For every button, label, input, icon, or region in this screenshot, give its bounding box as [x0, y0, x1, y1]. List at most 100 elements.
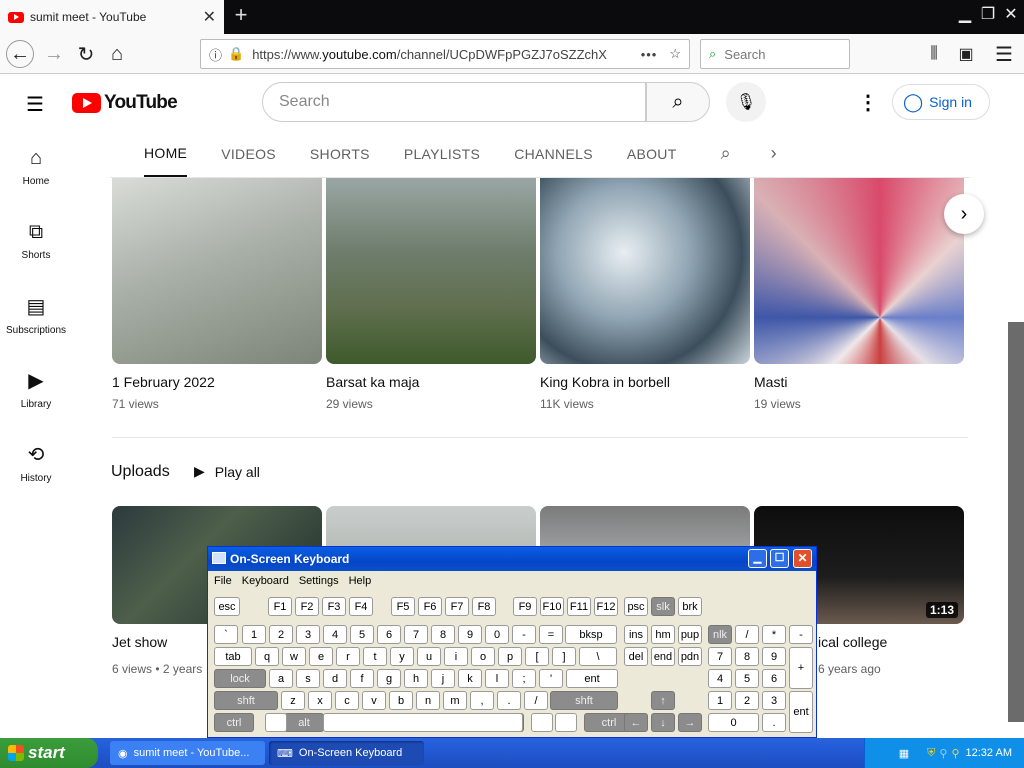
osk-key[interactable]: 1	[242, 625, 266, 644]
sidebar-toggle-icon[interactable]: ▣	[952, 40, 980, 68]
osk-key[interactable]: nlk	[708, 625, 732, 644]
tab-about[interactable]: ABOUT	[627, 146, 711, 162]
osk-key[interactable]: F1	[268, 597, 292, 616]
osk-key[interactable]: ent	[789, 691, 813, 733]
osk-key[interactable]: .	[497, 691, 521, 710]
osk-key[interactable]: ctrl	[214, 713, 254, 732]
osk-key[interactable]: a	[269, 669, 293, 688]
url-bar[interactable]: ⓘ 🔒 https://www. youtube.com/channel/UCpD…	[200, 39, 690, 69]
osk-key[interactable]: F10	[540, 597, 564, 616]
page-scrollbar[interactable]	[1008, 322, 1024, 722]
keyboard-tray-icon[interactable]: ▦	[899, 747, 909, 760]
osk-key[interactable]: 9	[762, 647, 786, 666]
taskbar-item-firefox[interactable]: ◉ sumit meet - YouTube...	[110, 741, 265, 765]
osk-key[interactable]: i	[444, 647, 468, 666]
menu-icon[interactable]: ☰	[990, 40, 1018, 68]
reload-button[interactable]: ↻	[72, 40, 100, 68]
taskbar-item-osk[interactable]: ⌨ On-Screen Keyboard	[269, 741, 424, 765]
osk-key[interactable]: z	[281, 691, 305, 710]
osk-key[interactable]: u	[417, 647, 441, 666]
osk-key[interactable]: =	[539, 625, 563, 644]
osk-key[interactable]: bksp	[565, 625, 617, 644]
osk-key[interactable]: j	[431, 669, 455, 688]
restore-window-button[interactable]: ❐	[977, 4, 999, 26]
osk-key[interactable]: l	[485, 669, 509, 688]
guide-menu-icon[interactable]: ☰	[26, 92, 44, 117]
video-title[interactable]: Barsat ka maja	[326, 374, 419, 390]
osk-key[interactable]: -	[789, 625, 813, 644]
osk-key[interactable]: shft	[214, 691, 278, 710]
osk-key[interactable]: 0	[485, 625, 509, 644]
minimize-window-button[interactable]: ▁	[954, 4, 976, 26]
osk-key[interactable]: 5	[735, 669, 759, 688]
osk-key[interactable]: slk	[651, 597, 675, 616]
osk-key[interactable]: m	[443, 691, 467, 710]
osk-key[interactable]: 4	[323, 625, 347, 644]
osk-key[interactable]: \	[579, 647, 617, 666]
arrow-right-icon[interactable]: →	[678, 713, 702, 732]
video-title[interactable]: King Kobra in borbell	[540, 374, 670, 390]
forward-button[interactable]: →	[40, 40, 68, 68]
osk-key[interactable]: s	[296, 669, 320, 688]
osk-key[interactable]: F5	[391, 597, 415, 616]
browser-search-input[interactable]: ⌕ Search	[700, 39, 850, 69]
osk-key[interactable]: F3	[322, 597, 346, 616]
tab-channels[interactable]: CHANNELS	[514, 146, 627, 162]
osk-key[interactable]: F7	[445, 597, 469, 616]
osk-key[interactable]: del	[624, 647, 648, 666]
tab-home[interactable]: HOME	[144, 131, 188, 177]
osk-key[interactable]: 3	[296, 625, 320, 644]
osk-key[interactable]: F2	[295, 597, 319, 616]
carousel-next-button[interactable]: ›	[944, 194, 984, 234]
osk-key[interactable]: 8	[735, 647, 759, 666]
youtube-search-input[interactable]: Search	[262, 82, 646, 122]
arrow-left-icon[interactable]: ←	[624, 713, 648, 732]
new-tab-button[interactable]: +	[230, 4, 252, 28]
video-title[interactable]: 1 February 2022	[112, 374, 215, 390]
osk-key[interactable]: ,	[470, 691, 494, 710]
osk-key[interactable]: F6	[418, 597, 442, 616]
osk-key[interactable]: 0	[708, 713, 759, 732]
sidebar-item-library[interactable]: ▶ Library	[0, 352, 72, 426]
osk-key[interactable]: '	[539, 669, 563, 688]
chevron-right-icon[interactable]: ›	[771, 143, 777, 164]
video-thumbnail[interactable]	[754, 178, 964, 364]
osk-key[interactable]: -	[512, 625, 536, 644]
osk-key[interactable]: d	[323, 669, 347, 688]
osk-key[interactable]: h	[404, 669, 428, 688]
play-all-button[interactable]: ▶ Play all	[194, 463, 260, 480]
osk-key[interactable]: pdn	[678, 647, 702, 666]
osk-key[interactable]: 5	[350, 625, 374, 644]
osk-key[interactable]: F8	[472, 597, 496, 616]
osk-key[interactable]: shft	[550, 691, 618, 710]
video-thumbnail[interactable]	[326, 178, 536, 364]
close-tab-icon[interactable]: ✕	[203, 7, 216, 27]
close-window-button[interactable]: ✕	[1000, 4, 1022, 26]
osk-key[interactable]: q	[255, 647, 279, 666]
osk-key[interactable]: brk	[678, 597, 702, 616]
osk-key[interactable]: esc	[214, 597, 240, 616]
channel-search-icon[interactable]: ⌕	[721, 143, 731, 164]
osk-key[interactable]: +	[789, 647, 813, 689]
arrow-down-icon[interactable]: ↓	[651, 713, 675, 732]
home-button[interactable]: ⌂	[103, 40, 131, 68]
osk-key[interactable]: 9	[458, 625, 482, 644]
osk-key[interactable]: tab	[214, 647, 252, 666]
search-button[interactable]: ⌕	[646, 82, 710, 122]
osk-key[interactable]: 7	[708, 647, 732, 666]
library-icon[interactable]: ⫼	[920, 40, 948, 68]
osk-key[interactable]: b	[389, 691, 413, 710]
sidebar-item-home[interactable]: ⌂ Home	[0, 130, 72, 204]
osk-key[interactable]: pup	[678, 625, 702, 644]
youtube-logo[interactable]: YouTube	[72, 92, 178, 114]
osk-key[interactable]: .	[762, 713, 786, 732]
osk-key[interactable]: F11	[567, 597, 591, 616]
osk-key[interactable]: [	[525, 647, 549, 666]
osk-key[interactable]: f	[350, 669, 374, 688]
windows-key-icon[interactable]	[531, 713, 553, 732]
voice-search-button[interactable]: 🎙	[726, 82, 766, 122]
osk-key[interactable]: 6	[377, 625, 401, 644]
context-menu-key-icon[interactable]	[555, 713, 577, 732]
osk-key-space[interactable]	[323, 713, 523, 732]
osk-key[interactable]: F9	[513, 597, 537, 616]
